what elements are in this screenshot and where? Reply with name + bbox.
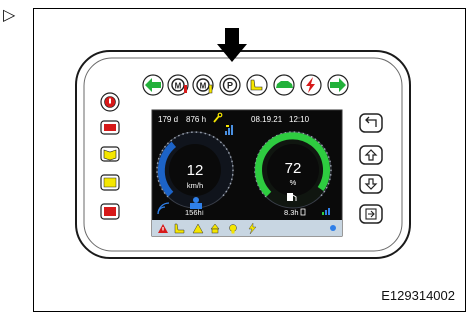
svg-text:M: M [200,82,207,91]
car-icon [273,74,295,96]
fuel-value: 72 [285,160,302,177]
up-arrow-icon[interactable] [359,145,383,165]
fuel-unit: % [290,178,297,187]
speed-gauge: 12 km/h [156,131,234,209]
engine-warning-2-icon: M [192,74,214,96]
battery-icon[interactable] [100,120,120,135]
status-dot-icon [330,225,336,231]
trip-hours: 156h [185,208,202,217]
book-icon[interactable] [100,146,120,162]
days-counter: 179 d [158,115,178,124]
svg-text:P: P [227,81,233,91]
red-square-icon[interactable] [100,203,120,220]
arrow-right-icon [327,74,349,96]
yellow-square-icon[interactable] [100,174,120,191]
fuel-hours: 8.3h [284,208,299,217]
down-arrow-icon[interactable] [359,174,383,194]
return-icon[interactable] [359,113,383,133]
seat-icon [246,74,268,96]
warning-circle-icon[interactable] [100,92,120,112]
time-label: 12:10 [289,115,310,124]
speed-unit: km/h [187,181,203,190]
no-charge-icon [300,74,322,96]
svg-text:M: M [175,82,182,91]
enter-icon[interactable] [359,204,383,224]
parking-brake-icon: P [219,74,241,96]
hours-counter: 876 h [186,115,206,124]
arrow-left-icon [142,74,164,96]
display-unit-illustration: M M P 179 d 876 h 08.19.21 12:10 12 km/h… [75,28,411,259]
engine-warning-icon: M [167,74,189,96]
date-label: 08.19.21 [251,115,283,124]
alert-bar [152,220,342,236]
speed-value: 12 [187,162,204,179]
